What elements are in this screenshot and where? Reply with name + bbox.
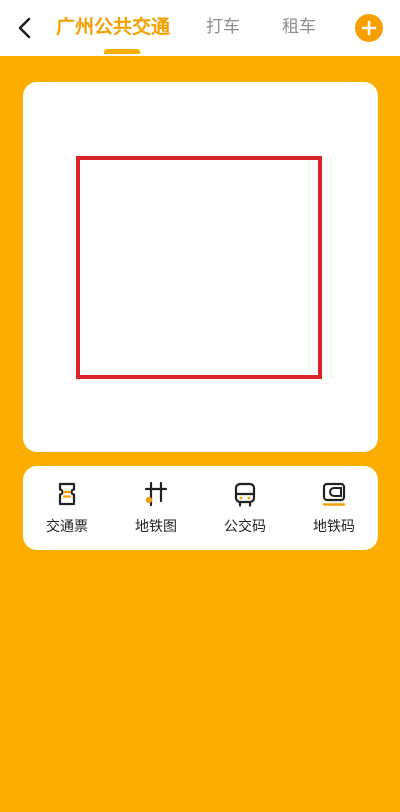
bus-icon (234, 482, 256, 507)
add-button[interactable] (355, 14, 383, 42)
menu-item-metro-code[interactable]: 地铁码 (290, 466, 378, 550)
tab-taxi[interactable]: 打车 (206, 12, 240, 42)
qr-code-card (23, 82, 378, 452)
metro-map-icon (144, 481, 168, 507)
metro-card-icon (322, 482, 346, 506)
ticket-icon (58, 482, 76, 506)
menu-item-label: 公交码 (224, 519, 266, 535)
chevron-left-icon (18, 17, 31, 39)
menu-item-bus-code[interactable]: 公交码 (201, 466, 289, 550)
tab-guangzhou-public-transit[interactable]: 广州公共交通 (56, 12, 170, 42)
menu-item-tickets[interactable]: 交通票 (23, 466, 111, 550)
qr-code-frame[interactable] (76, 156, 322, 379)
quick-actions-card: 交通票 地铁图 公交码 地铁码 (23, 466, 378, 550)
top-nav-bar: 广州公共交通 打车 租车 (0, 0, 400, 56)
plus-icon (361, 20, 377, 36)
tab-car-rental[interactable]: 租车 (282, 12, 316, 42)
back-button[interactable] (8, 10, 40, 46)
menu-item-metro-map[interactable]: 地铁图 (112, 466, 200, 550)
active-tab-indicator (104, 49, 140, 54)
menu-item-label: 交通票 (46, 519, 88, 535)
menu-item-label: 地铁码 (313, 519, 355, 535)
menu-item-label: 地铁图 (135, 519, 177, 535)
